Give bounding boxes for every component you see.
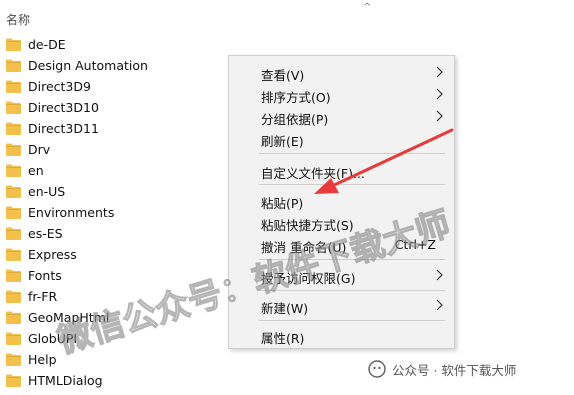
menu-item-customize-folder[interactable]: 自定义文件夹(F)... — [229, 159, 454, 181]
folder-name: de-DE — [28, 37, 66, 52]
chevron-right-icon — [436, 110, 443, 122]
folder-name: Direct3D10 — [28, 100, 99, 115]
menu-item-paste[interactable]: 粘贴(P) — [229, 189, 454, 211]
folder-name: Fonts — [28, 268, 62, 283]
menu-item-refresh[interactable]: 刷新(E) — [229, 127, 454, 149]
folder-icon — [6, 353, 21, 366]
folder-row[interactable]: HTMLDialog — [0, 371, 574, 392]
folder-name: Help — [28, 352, 57, 367]
chevron-right-icon — [436, 66, 443, 78]
folder-name: GlobUPI — [28, 331, 78, 346]
menu-item-new[interactable]: 新建(W) — [229, 294, 454, 316]
folder-icon — [6, 185, 21, 198]
context-menu: 查看(V) 排序方式(O) 分组依据(P) 刷新(E) 自定义文件夹(F)...… — [228, 55, 455, 349]
folder-icon — [6, 248, 21, 261]
folder-name: Drv — [28, 142, 51, 157]
chevron-right-icon — [436, 269, 443, 281]
folder-icon — [6, 227, 21, 240]
menu-separator — [259, 290, 445, 291]
menu-item-paste-shortcut[interactable]: 粘贴快捷方式(S) — [229, 211, 454, 233]
menu-item-give-access[interactable]: 授予访问权限(G) — [229, 264, 454, 286]
folder-row[interactable]: de-DE — [0, 35, 574, 56]
chevron-right-icon — [436, 299, 443, 311]
menu-separator — [259, 184, 445, 185]
menu-item-sort-by[interactable]: 排序方式(O) — [229, 83, 454, 105]
folder-name: es-ES — [28, 226, 63, 241]
folder-row[interactable]: Help — [0, 350, 574, 371]
folder-name: HTMLDialog — [28, 373, 103, 388]
menu-item-undo-rename[interactable]: 撤消 重命名(U) Ctrl+Z — [229, 233, 454, 255]
folder-name: fr-FR — [28, 289, 58, 304]
folder-name: Direct3D9 — [28, 79, 91, 94]
folder-icon — [6, 122, 21, 135]
folder-icon — [6, 374, 21, 387]
menu-item-view[interactable]: 查看(V) — [229, 61, 454, 83]
folder-icon — [6, 206, 21, 219]
folder-icon — [6, 164, 21, 177]
menu-shortcut: Ctrl+Z — [394, 237, 436, 252]
folder-icon — [6, 290, 21, 303]
folder-name: Direct3D11 — [28, 121, 99, 136]
folder-icon — [6, 101, 21, 114]
menu-separator — [259, 320, 445, 321]
folder-name: en — [28, 163, 44, 178]
menu-separator — [259, 259, 445, 260]
menu-item-group-by[interactable]: 分组依据(P) — [229, 105, 454, 127]
folder-name: Design Automation — [28, 58, 148, 73]
folder-name: en-US — [28, 184, 66, 199]
menu-separator — [259, 153, 445, 154]
folder-icon — [6, 59, 21, 72]
menu-item-properties[interactable]: 属性(R) — [229, 324, 454, 346]
folder-icon — [6, 38, 21, 51]
folder-name: Express — [28, 247, 77, 262]
folder-icon — [6, 269, 21, 282]
folder-name: GeoMapHtml — [28, 310, 110, 325]
folder-icon — [6, 311, 21, 324]
folder-icon — [6, 80, 21, 93]
sort-chevron-icon[interactable]: ^ — [363, 2, 371, 13]
folder-icon — [6, 143, 21, 156]
folder-name: Environments — [28, 205, 115, 220]
column-header: 名称 ^ — [0, 0, 574, 30]
folder-icon — [6, 332, 21, 345]
name-column-header[interactable]: 名称 — [6, 11, 30, 28]
chevron-right-icon — [436, 88, 443, 100]
